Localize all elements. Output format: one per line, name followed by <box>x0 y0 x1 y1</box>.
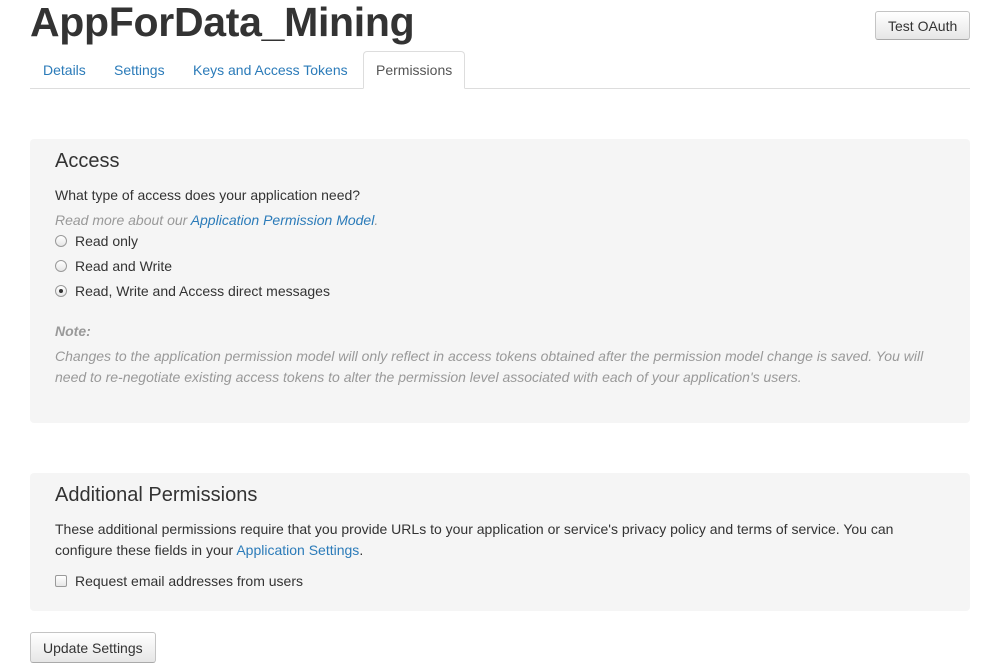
email-addresses-checkbox[interactable] <box>55 575 67 587</box>
additional-description-prefix: These additional permissions require tha… <box>55 521 894 558</box>
read-more-text: Read more about our Application Permissi… <box>55 212 378 228</box>
application-settings-link[interactable]: Application Settings <box>236 542 359 558</box>
radio-button[interactable] <box>55 260 67 272</box>
app-title: AppForData_Mining <box>30 0 415 45</box>
radio-button[interactable] <box>55 235 67 247</box>
note-label: Note: <box>55 323 91 339</box>
tab-bar: Details Settings Keys and Access Tokens … <box>30 51 970 89</box>
tab-permissions[interactable]: Permissions <box>363 51 466 89</box>
additional-permissions-heading: Additional Permissions <box>55 484 258 506</box>
tab-settings[interactable]: Settings <box>114 51 165 89</box>
radio-read-and-write[interactable]: Read and Write <box>55 257 172 275</box>
radio-button-checked[interactable] <box>55 285 67 297</box>
note-text: Changes to the application permission mo… <box>55 348 924 385</box>
tab-keys-and-access-tokens[interactable]: Keys and Access Tokens <box>193 51 348 89</box>
email-addresses-checkbox-row[interactable]: Request email addresses from users <box>55 572 303 590</box>
email-addresses-label: Request email addresses from users <box>75 573 303 589</box>
update-settings-button[interactable]: Update Settings <box>30 632 156 663</box>
permission-model-link[interactable]: Application Permission Model <box>191 212 375 228</box>
radio-label: Read only <box>75 233 139 249</box>
access-panel: Access What type of access does your app… <box>30 139 970 423</box>
additional-permissions-panel: Additional Permissions These additional … <box>30 473 970 611</box>
access-heading: Access <box>55 150 120 172</box>
read-more-suffix: . <box>374 212 379 228</box>
test-oauth-button[interactable]: Test OAuth <box>875 11 971 40</box>
read-more-prefix: Read more about our <box>55 212 191 228</box>
radio-read-only[interactable]: Read only <box>55 232 138 250</box>
additional-description: These additional permissions require tha… <box>55 519 935 561</box>
radio-read-write-dm[interactable]: Read, Write and Access direct messages <box>55 282 330 300</box>
radio-label: Read and Write <box>75 258 173 274</box>
access-question: What type of access does your applicatio… <box>55 187 361 203</box>
radio-label: Read, Write and Access direct messages <box>75 283 330 299</box>
tab-details[interactable]: Details <box>43 51 86 89</box>
additional-description-suffix: . <box>359 542 364 558</box>
